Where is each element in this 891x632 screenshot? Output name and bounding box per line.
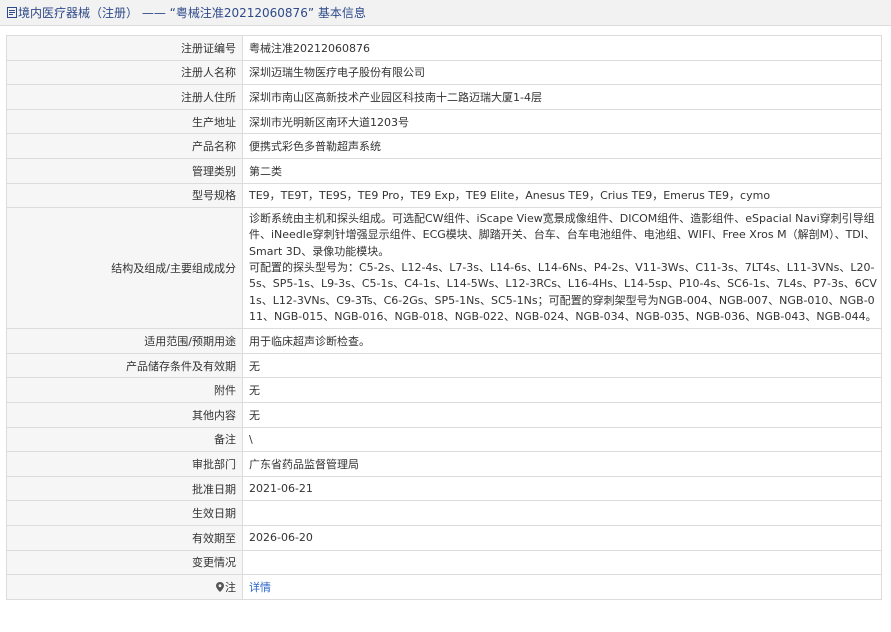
row-label: 适用范围/预期用途 — [6, 328, 243, 354]
table-row: 管理类别 第二类 — [6, 157, 882, 184]
row-value: 第二类 — [242, 157, 882, 184]
row-label: 型号规格 — [6, 182, 243, 209]
table-row: 备注 \ — [6, 426, 882, 453]
row-label: 结构及组成/主要组成成分 — [6, 207, 243, 330]
row-value: 深圳迈瑞生物医疗电子股份有限公司 — [242, 59, 882, 86]
row-label: 附件 — [6, 377, 243, 404]
page-title: 境内医疗器械（注册） —— “粤械注准20212060876” 基本信息 — [18, 6, 366, 20]
row-value: 深圳市光明新区南环大道1203号 — [242, 108, 882, 135]
row-value — [242, 549, 882, 576]
probe-paragraph: 可配置的探头型号为：C5-2s、L12-4s、L7-3s、L14-6s、L14-… — [249, 261, 877, 323]
table-row: 注册证编号 粤械注准20212060876 — [6, 35, 882, 61]
row-value — [242, 500, 882, 526]
document-icon — [7, 7, 17, 18]
row-value: 详情 — [242, 574, 882, 600]
table-row: 产品名称 便携式彩色多普勒超声系统 — [6, 133, 882, 159]
location-pin-icon — [216, 581, 224, 592]
row-value: TE9，TE9T，TE9S，TE9 Pro，TE9 Exp，TE9 Elite，… — [242, 182, 882, 209]
row-value: 无 — [242, 377, 882, 404]
table-row: 生产地址 深圳市光明新区南环大道1203号 — [6, 108, 882, 135]
row-label: 注册人名称 — [6, 59, 243, 86]
row-label: 注册人住所 — [6, 84, 243, 110]
table-row: 有效期至 2026-06-20 — [6, 524, 882, 551]
table-row: 产品储存条件及有效期 无 — [6, 352, 882, 379]
row-value: \ — [242, 426, 882, 453]
table-row: 变更情况 — [6, 549, 882, 576]
row-label: 生产地址 — [6, 108, 243, 135]
table-row: 批准日期 2021-06-21 — [6, 475, 882, 502]
table-row: 适用范围/预期用途 用于临床超声诊断检查。 — [6, 328, 882, 354]
row-label: 管理类别 — [6, 157, 243, 184]
table-row: 注册人名称 深圳迈瑞生物医疗电子股份有限公司 — [6, 59, 882, 86]
row-label-note: 注 — [6, 574, 243, 600]
table-row: 审批部门 广东省药品监督管理局 — [6, 451, 882, 477]
row-label: 其他内容 — [6, 402, 243, 428]
note-label: 注 — [225, 580, 236, 594]
row-value: 无 — [242, 352, 882, 379]
row-value: 用于临床超声诊断检查。 — [242, 328, 882, 354]
row-value: 2026-06-20 — [242, 524, 882, 551]
structure-paragraph: 诊断系统由主机和探头组成。可选配CW组件、iScape View宽景成像组件、D… — [249, 212, 875, 258]
table-row: 附件 无 — [6, 377, 882, 404]
row-label: 产品储存条件及有效期 — [6, 352, 243, 379]
info-table: 注册证编号 粤械注准20212060876 注册人名称 深圳迈瑞生物医疗电子股份… — [6, 35, 882, 600]
row-value: 广东省药品监督管理局 — [242, 451, 882, 477]
row-value: 诊断系统由主机和探头组成。可选配CW组件、iScape View宽景成像组件、D… — [242, 207, 882, 330]
table-row: 注 详情 — [6, 574, 882, 600]
page-header: 境内医疗器械（注册） —— “粤械注准20212060876” 基本信息 — [0, 0, 891, 26]
row-value: 便携式彩色多普勒超声系统 — [242, 133, 882, 159]
row-value: 粤械注准20212060876 — [242, 35, 882, 61]
row-label: 有效期至 — [6, 524, 243, 551]
details-link[interactable]: 详情 — [249, 581, 271, 594]
row-label: 变更情况 — [6, 549, 243, 576]
table-row: 注册人住所 深圳市南山区高新技术产业园区科技南十二路迈瑞大厦1-4层 — [6, 84, 882, 110]
row-value: 深圳市南山区高新技术产业园区科技南十二路迈瑞大厦1-4层 — [242, 84, 882, 110]
table-row: 型号规格 TE9，TE9T，TE9S，TE9 Pro，TE9 Exp，TE9 E… — [6, 182, 882, 209]
row-value: 2021-06-21 — [242, 475, 882, 502]
table-row: 其他内容 无 — [6, 402, 882, 428]
row-label: 批准日期 — [6, 475, 243, 502]
row-label: 注册证编号 — [6, 35, 243, 61]
row-label: 产品名称 — [6, 133, 243, 159]
row-label: 生效日期 — [6, 500, 243, 526]
table-row: 生效日期 — [6, 500, 882, 526]
row-label: 审批部门 — [6, 451, 243, 477]
row-value: 无 — [242, 402, 882, 428]
row-label: 备注 — [6, 426, 243, 453]
table-row: 结构及组成/主要组成成分 诊断系统由主机和探头组成。可选配CW组件、iScape… — [6, 207, 882, 330]
